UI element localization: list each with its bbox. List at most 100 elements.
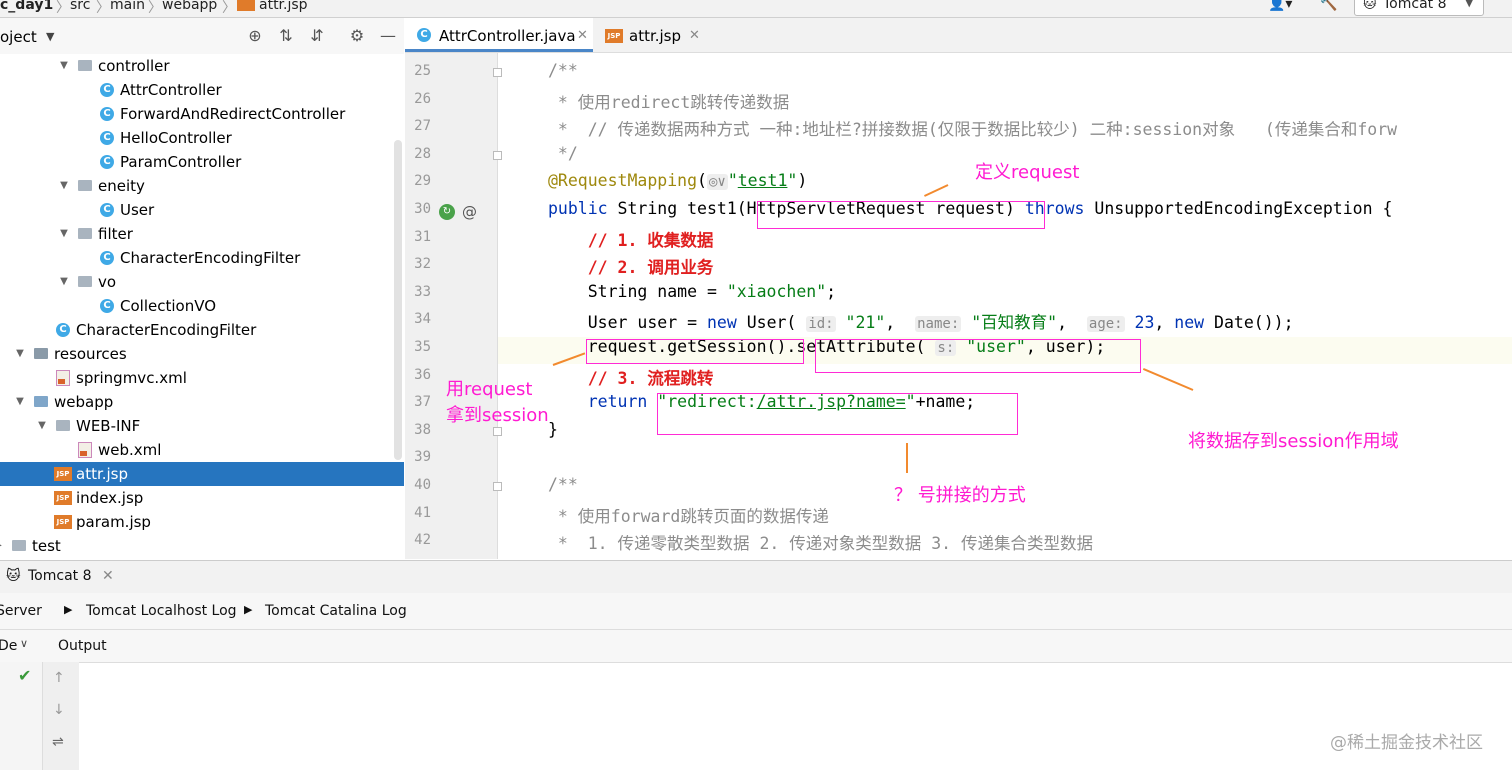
tree-item-label: vo xyxy=(98,273,117,291)
tree-item[interactable]: ▼ WEB-INF xyxy=(0,414,404,438)
tree-item-label: test xyxy=(32,537,61,555)
chevron-down-icon[interactable]: ▼ xyxy=(58,174,70,198)
highlight-box-get-session xyxy=(586,339,804,364)
tree-item[interactable]: ▼ vo xyxy=(0,270,404,294)
fold-marker-icon[interactable] xyxy=(493,482,502,491)
deploy-label[interactable]: De xyxy=(0,638,17,654)
chevron-down-icon[interactable]: ▼ xyxy=(14,390,26,414)
tab-attr-controller[interactable]: C AttrController.java ✕ xyxy=(405,18,593,52)
expand-all-icon[interactable]: ⇅ xyxy=(276,26,296,46)
navigation-bar: c_day1 〉 src 〉 main 〉 webapp 〉 attr.jsp … xyxy=(0,0,1512,18)
code-line[interactable]: * 使用redirect跳转传递数据 xyxy=(548,89,789,113)
code-line[interactable]: @RequestMapping(◎∨ "test1") xyxy=(548,171,807,191)
tree-item[interactable]: springmvc.xml xyxy=(0,366,404,390)
highlight-box-redirect xyxy=(657,393,1018,435)
hide-panel-icon[interactable]: — xyxy=(378,26,398,46)
tree-item[interactable]: C CharacterEncodingFilter xyxy=(0,246,404,270)
tab-localhost-log[interactable]: Tomcat Localhost Log xyxy=(86,603,237,619)
tree-item[interactable]: ▼ resources xyxy=(0,342,404,366)
collapse-all-icon[interactable]: ⇵ xyxy=(307,26,327,46)
tree-item[interactable]: C User xyxy=(0,198,404,222)
chevron-down-icon[interactable]: ▼ xyxy=(58,54,70,78)
tree-item[interactable]: C AttrController xyxy=(0,78,404,102)
chevron-right-icon[interactable]: ▶ xyxy=(0,534,4,558)
annotation-gutter-icon[interactable]: @ xyxy=(462,203,477,221)
folder-icon xyxy=(12,540,26,551)
fold-marker-icon[interactable] xyxy=(493,150,502,160)
tree-item[interactable]: JSP param.jsp xyxy=(0,510,404,534)
tree-item-label: resources xyxy=(54,345,127,363)
close-icon[interactable]: ✕ xyxy=(102,568,114,584)
code-line[interactable]: */ xyxy=(548,144,578,163)
project-tree-scrollbar[interactable] xyxy=(394,140,402,460)
tree-item[interactable]: C CharacterEncodingFilter xyxy=(0,318,404,342)
tree-item[interactable]: ▼ controller xyxy=(0,54,404,78)
chevron-down-icon[interactable]: ∨ xyxy=(20,637,28,650)
code-line[interactable]: * 1. 传递零散类型数据 2. 传递对象类型数据 3. 传递集合类型数据 xyxy=(548,530,1093,554)
arrow-question-concat xyxy=(906,443,908,473)
chevron-down-icon[interactable]: ▼ xyxy=(58,270,70,294)
tree-item[interactable]: JSP index.jsp xyxy=(0,486,404,510)
fold-marker-icon[interactable] xyxy=(493,68,502,77)
output-toolbar: ↑ ↓ ⇌ xyxy=(42,662,79,770)
log-icon: ▶ xyxy=(64,603,73,616)
build-hammer-icon[interactable]: 🔨 xyxy=(1320,0,1337,12)
gear-icon[interactable]: ⚙ xyxy=(347,26,367,46)
code-line[interactable]: /** xyxy=(548,475,578,494)
run-gutter-icon[interactable]: ↻ xyxy=(439,204,455,220)
line-number: 29 xyxy=(414,173,431,190)
class-icon: C xyxy=(100,83,114,97)
close-icon[interactable]: ✕ xyxy=(689,18,700,54)
tree-item-label: ForwardAndRedirectController xyxy=(120,105,346,123)
breadcrumb-file[interactable]: attr.jsp xyxy=(259,0,308,13)
chevron-down-icon[interactable]: ▼ xyxy=(36,414,48,438)
breadcrumb-main[interactable]: main xyxy=(110,0,145,13)
line-number: 42 xyxy=(414,532,431,549)
close-icon[interactable]: ✕ xyxy=(577,18,588,54)
fold-marker-icon[interactable] xyxy=(493,426,502,436)
tree-item[interactable]: web.xml xyxy=(0,438,404,462)
tab-attr-jsp[interactable]: JSP attr.jsp ✕ xyxy=(595,18,705,52)
tree-item[interactable]: ▼ eneity xyxy=(0,174,404,198)
tree-item-label: CollectionVO xyxy=(120,297,216,315)
breadcrumb-project[interactable]: c_day1 xyxy=(0,0,53,13)
arrow-up-icon[interactable]: ↑ xyxy=(53,670,65,686)
class-icon: C xyxy=(100,155,114,169)
run-config-label: Tomcat 8 xyxy=(1383,0,1447,12)
breadcrumb-src[interactable]: src xyxy=(70,0,90,13)
chevron-down-icon[interactable]: ▼ xyxy=(46,30,54,43)
server-log-tabs: Server ▶ Tomcat Localhost Log ▶ Tomcat C… xyxy=(0,593,1512,630)
code-line[interactable]: // 2. 调用业务 xyxy=(548,254,714,278)
tree-item[interactable]: C CollectionVO xyxy=(0,294,404,318)
chevron-down-icon[interactable]: ▼ xyxy=(14,342,26,366)
tab-server[interactable]: Server xyxy=(0,603,42,619)
code-line[interactable]: } xyxy=(548,420,558,439)
code-line[interactable]: String name = "xiaochen"; xyxy=(548,282,836,301)
tree-item[interactable]: C HelloController xyxy=(0,126,404,150)
tree-item-label: AttrController xyxy=(120,81,222,99)
tree-item[interactable]: ▼ filter xyxy=(0,222,404,246)
arrow-down-icon[interactable]: ↓ xyxy=(53,702,65,718)
code-line[interactable]: * // 传递数据两种方式 一种:地址栏?拼接数据(仅限于数据比较少) 二种:s… xyxy=(548,116,1397,140)
tree-item[interactable]: JSP attr.jsp xyxy=(0,462,404,486)
project-panel-title[interactable]: oject xyxy=(0,28,37,46)
run-tab-label[interactable]: Tomcat 8 xyxy=(28,568,92,584)
tree-item[interactable]: C ForwardAndRedirectController xyxy=(0,102,404,126)
soft-wrap-icon[interactable]: ⇌ xyxy=(52,734,64,750)
chevron-down-icon[interactable]: ▼ xyxy=(58,222,70,246)
code-line[interactable]: * 使用forward跳转页面的数据传递 xyxy=(548,503,829,527)
tree-item[interactable]: C ParamController xyxy=(0,150,404,174)
tree-item[interactable]: ▼ webapp xyxy=(0,390,404,414)
locate-icon[interactable]: ⊕ xyxy=(245,26,265,46)
run-config-select[interactable]: 🐱 Tomcat 8 ▼ xyxy=(1354,0,1484,16)
tab-catalina-log[interactable]: Tomcat Catalina Log xyxy=(265,603,407,619)
breadcrumb-webapp[interactable]: webapp xyxy=(162,0,217,13)
code-line[interactable]: // 3. 流程跳转 xyxy=(548,365,714,389)
user-icon[interactable]: 👤▾ xyxy=(1268,0,1292,12)
tree-item[interactable]: ▶ test xyxy=(0,534,404,558)
class-icon: C xyxy=(100,299,114,313)
code-line[interactable]: User user = new User( id: "21", name: "百… xyxy=(548,309,1294,333)
code-line[interactable]: /** xyxy=(548,61,578,80)
code-line[interactable]: // 1. 收集数据 xyxy=(548,227,714,251)
jsp-file-icon xyxy=(237,0,255,11)
